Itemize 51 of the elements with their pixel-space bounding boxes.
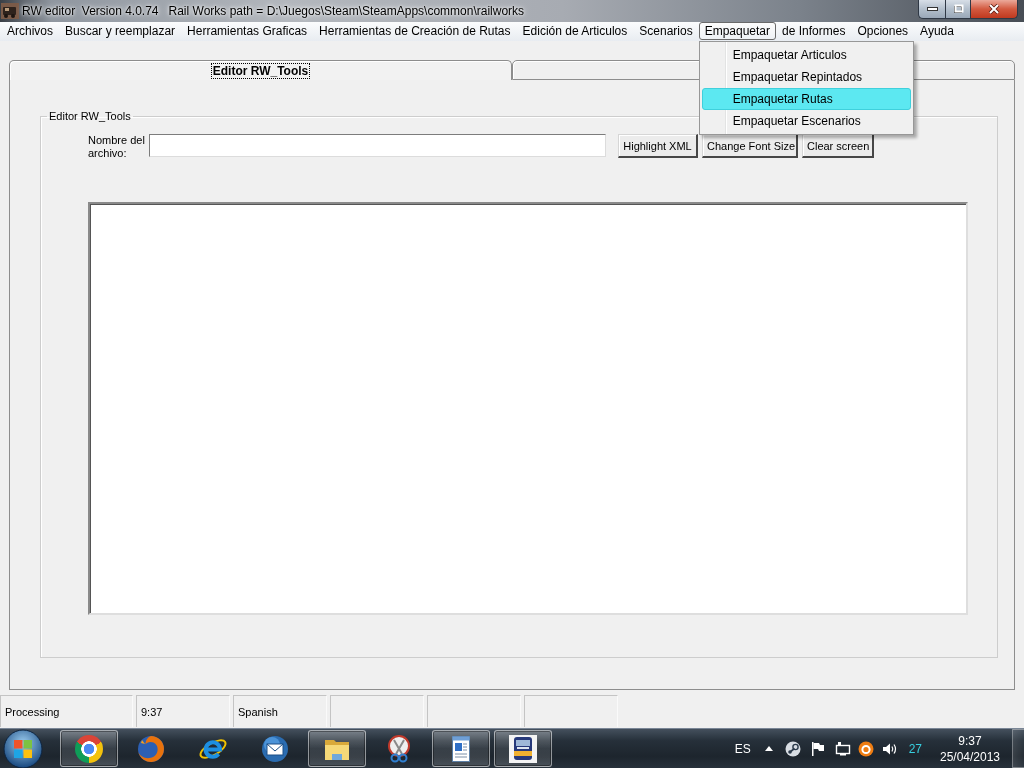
network-icon[interactable] — [834, 740, 851, 757]
action-button[interactable]: Change Font Size — [702, 134, 798, 158]
show-desktop-button[interactable] — [1012, 729, 1024, 768]
close-icon — [988, 4, 1000, 14]
dropdown-item[interactable]: Empaquetar Articulos — [701, 44, 911, 66]
maximize-icon — [952, 4, 964, 14]
file-name-field[interactable] — [149, 134, 606, 157]
taskbar-button[interactable] — [60, 730, 118, 767]
locomotive-icon — [1, 3, 19, 19]
group-title: Editor RW_Tools — [48, 110, 132, 123]
dropdown-item[interactable]: Empaquetar Repintados — [701, 66, 911, 88]
triangle-up-icon — [764, 746, 773, 751]
flag-icon[interactable] — [809, 740, 826, 757]
dropdown-item[interactable]: Empaquetar Rutas — [701, 88, 911, 110]
locomotive-icon — [508, 733, 538, 764]
menu-item[interactable]: Buscar y reemplazar — [59, 22, 182, 40]
taskbar-button[interactable] — [308, 730, 366, 767]
menu-item[interactable]: Scenarios — [633, 22, 699, 40]
menu-item[interactable]: Edición de Articulos — [516, 22, 634, 40]
text-editor-field[interactable] — [88, 202, 968, 615]
start-orb-icon — [3, 728, 43, 768]
menu-item[interactable]: Herramientas de Creación de Rutas — [313, 22, 517, 40]
action-button[interactable]: Highlight XML — [618, 134, 698, 158]
close-button[interactable] — [971, 0, 1018, 19]
taskbar-button[interactable] — [494, 730, 552, 767]
menu-item[interactable]: Opciones — [851, 22, 915, 40]
menu-item[interactable]: de Informes — [776, 22, 852, 40]
status-panel: Processing — [0, 695, 133, 727]
menu-item[interactable]: Herramientas Graficas — [181, 22, 314, 40]
window-title: RW editor Version 4.0.74 Rail Works path = D:\Juegos\Steam\SteamApps\common\railworks — [22, 3, 525, 20]
maximize-button[interactable] — [945, 0, 971, 19]
taskbar-button[interactable] — [432, 730, 490, 767]
tab[interactable]: Editor RW_Tools — [9, 60, 512, 80]
segmented-circle-icon — [75, 734, 103, 763]
status-panel: Spanish — [233, 695, 327, 727]
menu-item[interactable]: Empaquetar — [698, 22, 777, 40]
language-indicator[interactable]: ES — [734, 741, 751, 756]
globe-icon — [136, 733, 166, 764]
minimize-icon — [926, 7, 938, 11]
envelope-icon — [260, 733, 290, 764]
menu-item[interactable]: Ayuda — [914, 22, 960, 40]
ring-icon[interactable] — [857, 740, 874, 757]
minimize-button[interactable] — [918, 0, 945, 19]
clock-button[interactable]: 9:37 25/04/2013 — [935, 732, 1005, 765]
disc-icon[interactable] — [784, 740, 801, 757]
field-label: Nombre del archivo: — [88, 134, 146, 160]
menu-item[interactable]: Archivos — [0, 22, 59, 40]
dropdown-item[interactable]: Empaquetar Escenarios — [701, 110, 911, 132]
action-button[interactable]: Clear screen — [802, 134, 874, 158]
tray-indicator-text: 27 — [908, 741, 922, 756]
status-panel: 9:37 — [136, 695, 230, 727]
